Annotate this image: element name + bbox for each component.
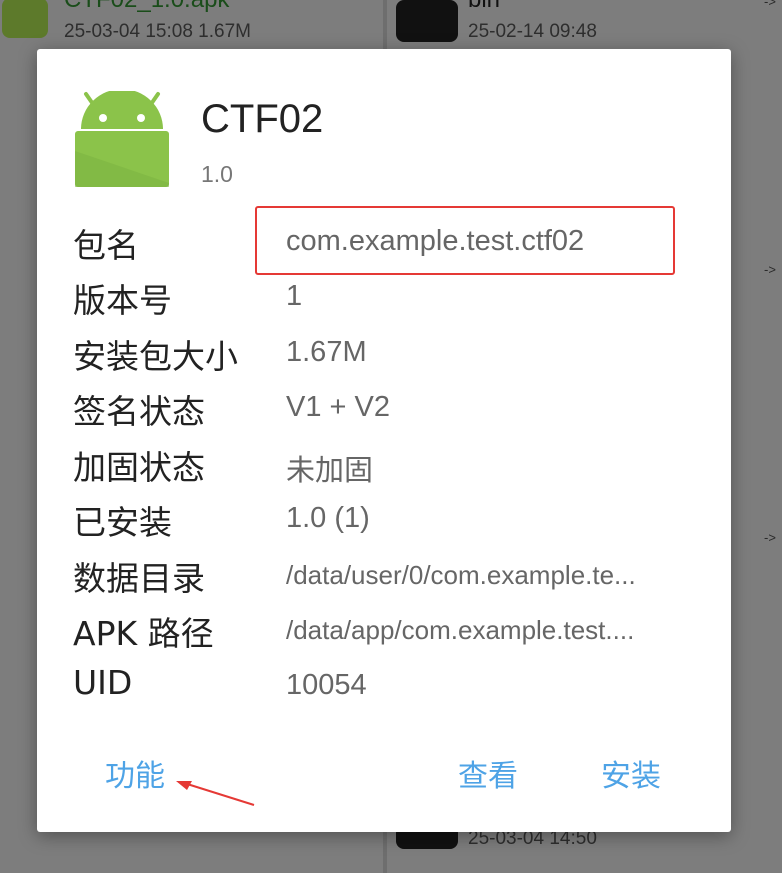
view-button[interactable]: 查看 [458, 751, 518, 795]
row-value: 1.0 (1) [286, 502, 370, 534]
file-name: CTF02_1.0.apk [64, 0, 229, 14]
row-label: 签名状态 [73, 392, 205, 431]
annotation-arrow [176, 781, 255, 806]
apk-info-dialog: CTF02 1.0 包名 com.example.test.ctf02 版本号 … [37, 49, 731, 832]
file-item-bin[interactable]: bin 25-02-14 09:48 [392, 0, 772, 45]
row-label: APK 路径 [73, 614, 214, 653]
row-label: 数据目录 [73, 559, 205, 598]
folder-icon [396, 0, 458, 42]
app-version: 1.0 [201, 161, 233, 187]
info-row-installed: 已安装 1.0 (1) [73, 496, 713, 546]
row-value: 1.67M [286, 336, 367, 368]
file-item-apk[interactable]: CTF02_1.0.apk 25-03-04 15:08 1.67M [0, 0, 380, 45]
row-value: /data/app/com.example.test.... [286, 615, 635, 645]
android-robot-icon [75, 91, 169, 187]
info-row-data-dir: 数据目录 /data/user/0/com.example.te... [73, 552, 713, 602]
row-label: 加固状态 [73, 448, 205, 487]
info-row-apk-path: APK 路径 /data/app/com.example.test.... [73, 607, 713, 657]
install-button[interactable]: 安装 [601, 751, 661, 795]
info-row-signature: 签名状态 V1 + V2 [73, 385, 713, 435]
info-row-uid: UID 10054 [73, 663, 713, 713]
row-label: 包名 [73, 226, 139, 265]
app-name: CTF02 [201, 97, 324, 141]
row-value: /data/user/0/com.example.te... [286, 560, 636, 590]
link-arrow: -> [764, 262, 776, 277]
row-value: 10054 [286, 669, 367, 701]
row-label: 已安装 [73, 503, 172, 542]
info-row-hardening: 加固状态 未加固 [73, 441, 713, 491]
file-meta: 25-02-14 09:48 [468, 21, 597, 42]
row-value: 1 [286, 280, 303, 312]
link-arrow: -> [764, 530, 776, 545]
row-value: 未加固 [286, 455, 374, 487]
functions-button[interactable]: 功能 [105, 751, 165, 795]
row-value: V1 + V2 [286, 391, 390, 423]
row-label: 安装包大小 [73, 337, 238, 376]
link-arrow: -> [764, 0, 776, 9]
apk-file-icon [2, 0, 48, 38]
file-meta: 25-03-04 15:08 1.67M [64, 21, 251, 42]
info-row-size: 安装包大小 1.67M [73, 330, 713, 380]
row-label: 版本号 [73, 281, 172, 320]
info-row-package: 包名 com.example.test.ctf02 [73, 219, 713, 269]
file-name: bin [468, 0, 500, 14]
info-row-version-code: 版本号 1 [73, 274, 713, 324]
row-label: UID [73, 663, 133, 702]
row-value: com.example.test.ctf02 [286, 225, 585, 257]
